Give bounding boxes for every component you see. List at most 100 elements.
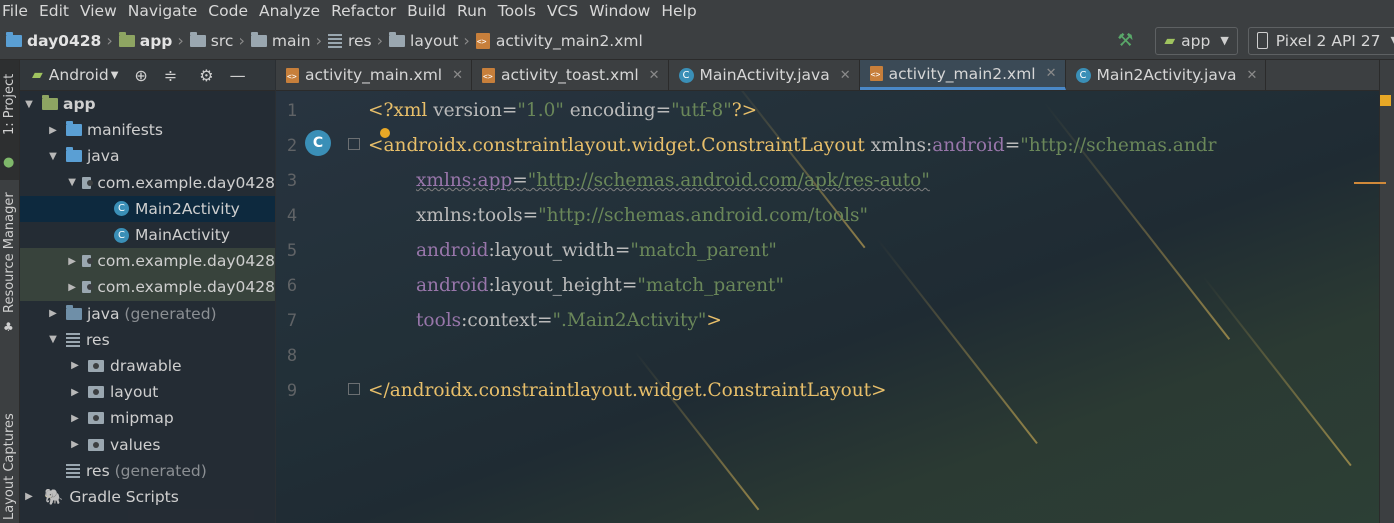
minimize-icon[interactable]: — <box>230 66 246 85</box>
breadcrumb-src[interactable]: src › <box>189 31 245 50</box>
tree-item-mainactivity[interactable]: C MainActivity <box>20 222 275 248</box>
tree-item-package-androidtest[interactable]: ▶ com.example.day0428 <box>20 248 275 275</box>
resource-manager-tab[interactable]: Resource Manager ♣ <box>0 190 19 340</box>
breadcrumb-label: app <box>139 31 173 50</box>
code-line-4: xmlns:tools="http://schemas.android.com/… <box>416 205 868 226</box>
editor-tabs: activity_main.xml ✕ activity_toast.xml ✕… <box>276 60 1394 91</box>
token: <?xml <box>368 100 434 121</box>
token: "match_parent" <box>637 275 784 296</box>
xml-file-icon <box>869 66 883 81</box>
tree-item-main2activity[interactable]: C Main2Activity <box>20 195 275 222</box>
project-tool-tab[interactable]: 1: Project ● <box>0 60 19 180</box>
code-editor[interactable]: 1 2 3 4 5 6 7 8 9 C <?xml version="1.0" … <box>276 91 1380 523</box>
tree-item-label: res <box>86 461 110 480</box>
run-config-selector[interactable]: ▰ app ▼ <box>1155 26 1238 55</box>
tab-main2activity-java[interactable]: C Main2Activity.java ✕ <box>1066 60 1267 90</box>
gear-icon[interactable]: ⚙ <box>199 66 213 85</box>
editor-gutter: 1 2 3 4 5 6 7 8 9 C <box>276 91 366 523</box>
tab-mainactivity-java[interactable]: C MainActivity.java ✕ <box>669 60 860 90</box>
menu-file[interactable]: File <box>0 2 35 20</box>
close-icon[interactable]: ✕ <box>452 68 463 83</box>
menu-vcs[interactable]: VCS <box>543 2 585 20</box>
code-line-1: <?xml version="1.0" encoding="utf-8"?> <box>368 100 757 121</box>
tree-item-mipmap[interactable]: ▶ mipmap <box>20 405 275 431</box>
breadcrumb-file[interactable]: activity_main2.xml <box>475 32 643 50</box>
token: "http://schemas.andr <box>1020 135 1217 156</box>
chevron-right-icon: › <box>376 31 384 50</box>
tree-item-gradle-scripts[interactable]: ▶ 🐘 Gradle Scripts <box>20 484 275 510</box>
res-folder-icon <box>327 33 342 48</box>
tree-item-values[interactable]: ▶ values <box>20 431 275 457</box>
tab-activity-main-xml[interactable]: activity_main.xml ✕ <box>276 60 473 90</box>
expanded-arrow-icon: ▼ <box>68 177 76 189</box>
tree-item-res[interactable]: ▼ res <box>20 327 275 353</box>
related-class-gutter-icon[interactable]: C <box>305 130 331 156</box>
tree-item-app[interactable]: ▼ app <box>20 91 275 117</box>
tree-item-package-test[interactable]: ▶ com.example.day0428 <box>20 274 275 301</box>
tree-item-java[interactable]: ▼ java <box>20 143 275 169</box>
gradle-icon: 🐘 <box>44 487 64 506</box>
dropdown-caret-icon: ▼ <box>110 69 119 81</box>
tab-activity-main2-xml[interactable]: activity_main2.xml ✕ <box>859 60 1066 90</box>
tab-label: activity_toast.xml <box>501 66 639 84</box>
tree-item-label: res <box>86 330 110 349</box>
menu-refactor[interactable]: Refactor <box>327 2 403 20</box>
run-config-label: app <box>1181 31 1211 50</box>
xml-file-icon <box>475 32 490 49</box>
device-selector[interactable]: Pixel 2 API 27 ▼ <box>1247 26 1394 55</box>
expanded-arrow-icon: ▼ <box>49 150 57 162</box>
generated-folder-icon <box>66 304 82 320</box>
menu-window[interactable]: Window <box>585 2 657 20</box>
menu-help[interactable]: Help <box>657 2 703 20</box>
package-icon <box>82 255 94 268</box>
tab-activity-toast-xml[interactable]: activity_toast.xml ✕ <box>472 60 669 90</box>
build-hammer-icon[interactable]: ⚒ <box>1117 30 1133 51</box>
tree-item-drawable[interactable]: ▶ drawable <box>20 353 275 379</box>
collapsed-arrow-icon: ▶ <box>25 491 33 503</box>
menu-code[interactable]: Code <box>204 2 255 20</box>
project-view-label: Android <box>48 66 109 84</box>
token: = <box>1004 135 1021 156</box>
tree-item-java-generated[interactable]: ▶ java (generated) <box>20 301 275 327</box>
warning-marker-icon[interactable] <box>1380 95 1391 106</box>
token: = <box>537 310 553 331</box>
close-icon[interactable]: ✕ <box>649 68 660 83</box>
layout-captures-tab[interactable]: Layout Captures <box>0 410 19 523</box>
menu-view[interactable]: View <box>76 2 124 20</box>
menu-tools[interactable]: Tools <box>494 2 543 20</box>
folder-icon <box>66 121 82 137</box>
error-stripe-marker[interactable] <box>1354 182 1386 184</box>
menu-analyze[interactable]: Analyze <box>255 2 327 20</box>
breadcrumb-main[interactable]: main › <box>250 31 322 50</box>
close-icon[interactable]: ✕ <box>840 68 851 83</box>
project-view-selector[interactable]: ▰ Android ▼ <box>32 66 118 84</box>
tab-label: Main2Activity.java <box>1096 66 1237 84</box>
menu-run[interactable]: Run <box>453 2 494 20</box>
package-icon <box>82 176 94 189</box>
menu-edit[interactable]: Edit <box>35 2 76 20</box>
locate-file-icon[interactable]: ⊕ <box>134 66 147 85</box>
close-icon[interactable]: ✕ <box>1247 68 1258 83</box>
breadcrumb-module[interactable]: app › <box>118 31 184 50</box>
code-line-2: <androidx.constraintlayout.widget.Constr… <box>368 135 1216 156</box>
fold-marker-icon[interactable] <box>348 383 360 395</box>
menu-build[interactable]: Build <box>403 2 453 20</box>
fold-marker-icon[interactable] <box>348 138 360 150</box>
collapse-all-icon[interactable]: ≑ <box>164 66 177 85</box>
tree-item-manifests[interactable]: ▶ manifests <box>20 117 275 143</box>
tree-item-layout[interactable]: ▶ layout <box>20 379 275 405</box>
breadcrumb-project[interactable]: day0428 › <box>6 31 113 50</box>
line-number: 7 <box>286 311 298 331</box>
project-panel-header: ▰ Android ▼ ⊕ ≑ ⚙ — <box>20 60 275 91</box>
menu-navigate[interactable]: Navigate <box>124 2 205 20</box>
tree-item-suffix: (generated) <box>114 461 207 480</box>
close-icon[interactable]: ✕ <box>1046 66 1057 81</box>
line-number: 4 <box>286 206 298 226</box>
navigation-bar: day0428 › app › src › main › res › layou… <box>0 22 1394 60</box>
editor-scrollbar-strip[interactable] <box>1379 60 1394 523</box>
breadcrumb-res[interactable]: res › <box>327 31 384 50</box>
folder-icon <box>88 438 104 451</box>
tree-item-package[interactable]: ▼ com.example.day0428 <box>20 170 275 196</box>
breadcrumb-layout[interactable]: layout › <box>389 31 470 50</box>
tree-item-res-generated[interactable]: res (generated) <box>20 458 275 484</box>
